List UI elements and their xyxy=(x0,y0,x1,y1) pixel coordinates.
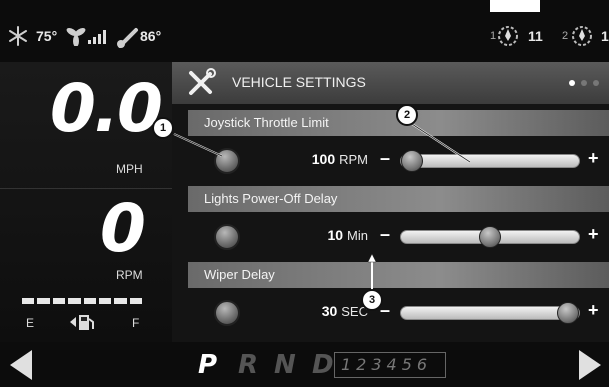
top-indicator xyxy=(490,0,540,12)
thermometer-icon xyxy=(117,28,138,48)
previous-page-arrow[interactable] xyxy=(10,350,32,380)
slider-thumb[interactable] xyxy=(401,150,423,172)
gear-d: D xyxy=(312,350,334,380)
slider-thumb[interactable] xyxy=(557,302,579,324)
setting-slider-track[interactable] xyxy=(400,226,580,248)
decrease-button[interactable]: – xyxy=(380,148,390,169)
gear-r: R xyxy=(238,350,259,380)
setting-header-lights-delay: Lights Power-Off Delay xyxy=(188,186,609,212)
setting-value: 30 SEC xyxy=(321,303,368,319)
setting-value: 10 Min xyxy=(327,227,368,243)
settings-header: VEHICLE SETTINGS xyxy=(172,62,609,104)
rpm-unit: RPM xyxy=(116,268,143,282)
seat-2-value: 1 xyxy=(601,28,609,44)
outside-temperature: 86° xyxy=(140,28,162,44)
settings-title: VEHICLE SETTINGS xyxy=(232,74,366,90)
setting-slider-track[interactable] xyxy=(400,302,580,324)
inside-temperature: 75° xyxy=(36,28,58,44)
gauge-panel: 0.0 MPH 0 RPM E F xyxy=(0,62,172,342)
fuel-empty-label: E xyxy=(26,316,35,330)
increase-button[interactable]: + xyxy=(588,148,599,169)
fuel-gauge-bar xyxy=(22,298,142,304)
seat-1-value: 11 xyxy=(528,28,543,44)
setting-row-wiper-delay: 30 SEC – + xyxy=(188,290,609,334)
decrease-button[interactable]: – xyxy=(380,224,390,245)
rpm-readout: 0 xyxy=(100,190,146,267)
settings-panel: VEHICLE SETTINGS Joystick Throttle Limit… xyxy=(172,62,609,342)
page-indicator-dots xyxy=(569,80,599,86)
setting-row-lights-delay: 10 Min – + xyxy=(188,214,609,258)
setting-row-joystick-throttle: 100 RPM – + xyxy=(188,138,609,182)
seat-2-label: 2 xyxy=(562,30,569,42)
setting-label: Joystick Throttle Limit xyxy=(204,115,329,130)
seat-heater-1-icon xyxy=(498,26,518,46)
setting-select-knob[interactable] xyxy=(214,224,240,250)
setting-value: 100 RPM xyxy=(311,151,368,167)
setting-select-knob[interactable] xyxy=(214,148,240,174)
fan-speed-bars-icon xyxy=(88,30,106,44)
gear-bar: P R N D 123456 xyxy=(0,342,609,387)
wrench-screwdriver-icon xyxy=(189,68,216,95)
setting-header-wiper-delay: Wiper Delay xyxy=(188,262,609,288)
increase-button[interactable]: + xyxy=(588,224,599,245)
speed-readout: 0.0 xyxy=(50,70,163,147)
next-page-arrow[interactable] xyxy=(579,350,601,380)
vehicle-display: 75° 86° 1 11 2 1 0.0 MPH 0 RPM E F VEHIC… xyxy=(0,0,609,387)
setting-label: Wiper Delay xyxy=(204,267,275,282)
fuel-full-label: F xyxy=(132,316,140,330)
speed-unit: MPH xyxy=(116,162,143,176)
callout-2: 2 xyxy=(396,104,418,126)
setting-label: Lights Power-Off Delay xyxy=(204,191,338,206)
callout-1: 1 xyxy=(152,117,174,139)
seat-heater-2-icon xyxy=(572,26,592,46)
gear-number-indicator: 123456 xyxy=(334,352,446,378)
snowflake-icon xyxy=(9,26,27,46)
fan-icon xyxy=(66,28,86,46)
callout-3: 3 xyxy=(361,289,383,311)
increase-button[interactable]: + xyxy=(588,300,599,321)
fuel-pump-icon xyxy=(70,315,94,330)
setting-slider-track[interactable] xyxy=(400,150,580,172)
status-bar: 75° 86° 1 11 2 1 xyxy=(0,0,609,62)
slider-thumb[interactable] xyxy=(479,226,501,248)
gear-p: P xyxy=(198,350,218,380)
gauge-divider xyxy=(0,188,172,189)
setting-select-knob[interactable] xyxy=(214,300,240,326)
gear-n: N xyxy=(274,350,296,380)
